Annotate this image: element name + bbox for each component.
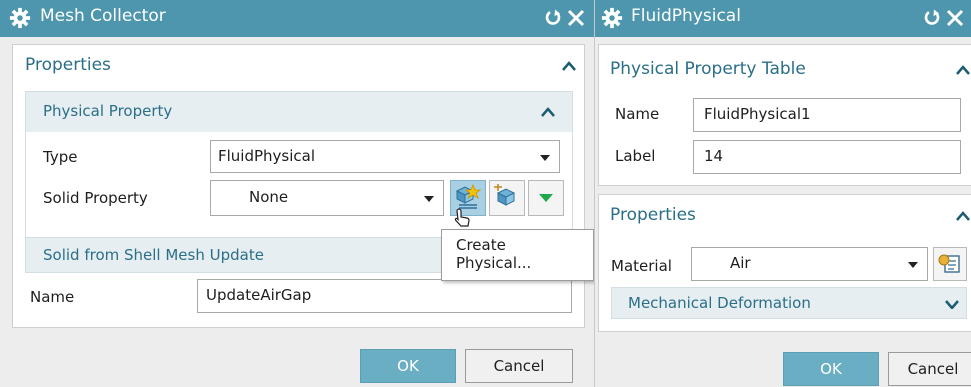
table-name-input[interactable]: FluidPhysical1 [693, 98, 961, 132]
name-input[interactable]: UpdateAirGap [197, 279, 572, 313]
material-library-icon [938, 254, 960, 273]
edit-physical-icon [494, 184, 516, 206]
material-dropdown[interactable]: Air [691, 247, 928, 281]
mouse-cursor-icon [454, 208, 470, 227]
cancel-button[interactable]: Cancel [888, 352, 971, 386]
type-dropdown[interactable]: FluidPhysical [210, 140, 560, 173]
solid-property-label: Solid Property [43, 189, 148, 207]
physical-property-header[interactable]: Physical Property [26, 92, 572, 132]
dialog-title: Mesh Collector [40, 6, 166, 26]
create-physical-tooltip: Create Physical... [441, 229, 594, 281]
properties-section-title: Properties [610, 205, 696, 225]
properties-section-title: Properties [25, 55, 111, 75]
dropdown-arrow-icon [424, 196, 434, 202]
table-section-title: Physical Property Table [610, 59, 806, 79]
reset-icon[interactable] [922, 8, 942, 28]
physical-property-title: Physical Property [43, 102, 173, 120]
material-label: Material [611, 257, 672, 275]
dropdown-arrow-icon [908, 262, 918, 268]
dropdown-arrow-icon [540, 155, 550, 161]
gear-icon [9, 7, 31, 29]
mesh-collector-titlebar: Mesh Collector [0, 0, 594, 37]
reset-icon[interactable] [543, 8, 563, 28]
fluid-physical-titlebar: FluidPhysical [595, 0, 971, 37]
physical-property-table-panel: Physical Property Table Name FluidPhysic… [598, 44, 971, 186]
solid-property-dropdown[interactable]: None [210, 180, 444, 216]
gear-icon [601, 7, 623, 29]
ok-button[interactable]: OK [783, 352, 879, 386]
solid-from-shell-title: Solid from Shell Mesh Update [43, 246, 264, 264]
table-label-value: 14 [704, 147, 724, 165]
table-name-label: Name [615, 105, 660, 123]
dialog-title: FluidPhysical [631, 6, 741, 26]
name-label: Name [30, 288, 75, 306]
mechanical-deformation-header[interactable]: Mechanical Deformation [611, 287, 967, 319]
collapse-caret-icon[interactable] [562, 61, 576, 71]
fluid-properties-panel: Properties Material Air Mechanical Defor… [598, 194, 971, 332]
mesh-collector-dialog: Mesh Collector Properties Physical Prope… [0, 0, 594, 387]
collapse-caret-icon[interactable] [541, 107, 555, 117]
type-label: Type [43, 148, 78, 166]
material-value: Air [730, 254, 751, 272]
collapse-caret-icon[interactable] [956, 65, 970, 75]
solid-property-value: None [249, 188, 289, 206]
mechanical-deformation-title: Mechanical Deformation [628, 294, 811, 312]
more-options-button[interactable] [528, 180, 564, 216]
name-value: UpdateAirGap [206, 286, 312, 304]
type-value: FluidPhysical [218, 147, 316, 165]
collapse-caret-icon[interactable] [956, 211, 970, 221]
material-list-button[interactable] [933, 247, 967, 281]
tooltip-text: Create Physical... [456, 236, 532, 272]
ok-button[interactable]: OK [360, 349, 456, 383]
properties-panel: Properties Physical Property Type FluidP… [12, 44, 585, 328]
expand-caret-icon[interactable] [945, 299, 959, 309]
close-icon[interactable] [566, 8, 586, 28]
green-arrow-down-icon [539, 194, 553, 202]
edit-physical-button[interactable] [489, 180, 525, 216]
close-icon[interactable] [945, 8, 965, 28]
cancel-button[interactable]: Cancel [465, 349, 573, 383]
table-name-value: FluidPhysical1 [704, 105, 811, 123]
table-label-input[interactable]: 14 [693, 140, 961, 174]
fluid-physical-dialog: FluidPhysical Physical Property Table Na… [594, 0, 971, 387]
table-label-label: Label [615, 147, 656, 165]
